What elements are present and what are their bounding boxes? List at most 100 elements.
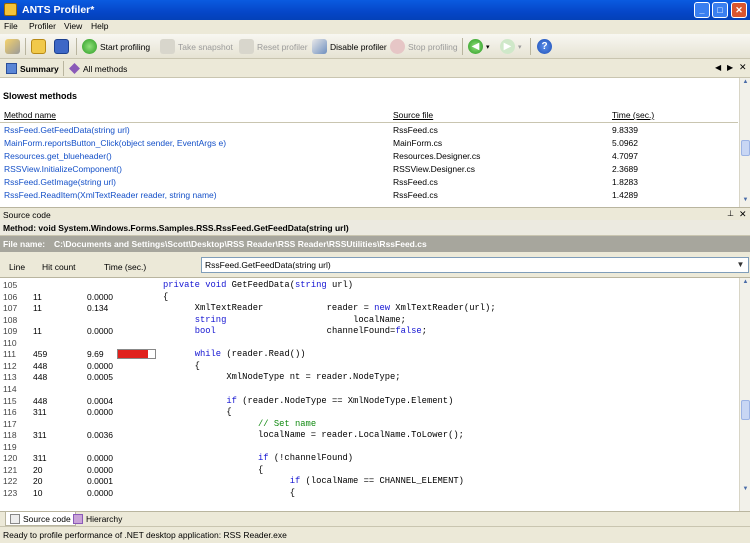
take-snapshot-button[interactable]: Take snapshot [160, 38, 233, 55]
pin-icon[interactable]: ⊥ [727, 209, 734, 218]
code-text: XmlNodeType nt = reader.NodeType; [163, 372, 400, 382]
method-link[interactable]: MainForm.reportsButton_Click(object send… [4, 138, 226, 148]
keyword: bool [194, 326, 216, 337]
method-link[interactable]: Resources.get_blueheader() [4, 151, 112, 161]
tab-all-methods[interactable]: All methods [69, 61, 127, 76]
back-dropdown-icon[interactable]: ▾ [486, 43, 490, 51]
close-tab-icon[interactable]: ✕ [739, 62, 747, 73]
code-text: { [163, 361, 200, 371]
scroll-thumb[interactable] [741, 140, 750, 156]
tab-source-code[interactable]: Source code [5, 512, 76, 526]
table-row[interactable]: RssFeed.ReadItem(XmlTextReader reader, s… [0, 189, 738, 202]
col-method-name[interactable]: Method name [4, 110, 56, 120]
line-time: 0.0000 [87, 291, 113, 302]
table-row[interactable]: MainForm.reportsButton_Click(object send… [0, 137, 738, 150]
menu-help[interactable]: Help [91, 21, 108, 31]
help-button[interactable]: ? [537, 38, 555, 55]
code-line[interactable]: 106 11 0.0000 { [0, 291, 738, 303]
method-link[interactable]: RssFeed.GetFeedData(string url) [4, 125, 130, 135]
code-line[interactable]: 115 448 0.0004 if (reader.NodeType == XmlN… [0, 395, 738, 407]
code-line[interactable]: 117 // Set name [0, 418, 738, 430]
file-name-label: File name: [3, 239, 46, 249]
close-panel-icon[interactable]: ✕ [739, 209, 747, 220]
code-scrollbar[interactable]: ▲ ▼ [739, 278, 750, 511]
col-line[interactable]: Line [9, 262, 25, 272]
table-row[interactable]: RssFeed.GetFeedData(string url) RssFeed.… [0, 124, 738, 137]
tab-scroll-right-icon[interactable]: ▶ [727, 63, 733, 72]
scroll-down-icon[interactable]: ▼ [740, 196, 750, 205]
chevron-down-icon[interactable]: ▼ [733, 258, 748, 272]
code-line[interactable]: 119 [0, 441, 738, 453]
line-number: 107 [3, 303, 18, 314]
code-line[interactable]: 120 311 0.0000 if (!channelFound) [0, 452, 738, 464]
scroll-up-icon[interactable]: ▲ [740, 278, 750, 287]
code-line[interactable]: 111 459 9.69 while (reader.Read()) [0, 348, 738, 360]
menu-file[interactable]: File [4, 21, 18, 31]
scroll-up-icon[interactable]: ▲ [740, 78, 750, 87]
table-row[interactable]: RssFeed.GetImage(string url) RssFeed.cs … [0, 176, 738, 189]
reset-profiler-button[interactable]: Reset profiler [239, 38, 308, 55]
method-link[interactable]: RssFeed.GetImage(string url) [4, 177, 116, 187]
method-link[interactable]: RSSView.InitializeComponent() [4, 164, 122, 174]
col-time-sec[interactable]: Time (sec.) [104, 262, 146, 272]
document-icon [10, 513, 20, 524]
code-line[interactable]: 118 311 0.0036 localName = reader.LocalNam… [0, 429, 738, 441]
wand-icon [5, 39, 20, 54]
save-button[interactable] [54, 38, 72, 55]
toolbar-separator [25, 38, 26, 55]
menu-view[interactable]: View [64, 21, 82, 31]
line-number: 109 [3, 326, 18, 337]
stop-profiling-button[interactable]: Stop profiling [390, 38, 458, 55]
tab-scroll-left-icon[interactable]: ◀ [715, 63, 721, 72]
close-icon[interactable]: ✕ [731, 2, 747, 18]
method-dropdown-value: RssFeed.GetFeedData(string url) [205, 260, 331, 270]
code-line[interactable]: 114 [0, 383, 738, 395]
code-line[interactable]: 107 11 0.134 XmlTextReader reader = new Xm… [0, 302, 738, 314]
line-time: 0.134 [87, 303, 109, 314]
time-bar-fill [118, 350, 149, 359]
code-line[interactable]: 105 private void GetFeedData(string url) [0, 279, 738, 291]
app-icon [4, 3, 17, 16]
code-line[interactable]: 109 11 0.0000 bool channelFound=false; [0, 325, 738, 337]
code-token: { [163, 487, 295, 498]
col-source-file[interactable]: Source file [393, 110, 433, 120]
line-number: 121 [3, 464, 18, 475]
disable-profiler-button[interactable]: Disable profiler [312, 38, 387, 55]
method-link[interactable]: RssFeed.ReadItem(XmlTextReader reader, s… [4, 190, 217, 200]
floppy-icon [54, 39, 69, 54]
scroll-thumb[interactable] [741, 400, 750, 420]
start-profiling-button[interactable]: Start profiling [82, 38, 150, 55]
forward-dropdown-icon[interactable]: ▾ [518, 43, 522, 51]
wizard-button[interactable] [5, 38, 23, 55]
source-code-view[interactable]: 105 private void GetFeedData(string url) 1… [0, 278, 750, 511]
code-token: { [163, 464, 264, 475]
code-line[interactable]: 123 10 0.0000 { [0, 487, 738, 499]
forward-button[interactable]: ▶ ▾ [500, 38, 522, 55]
code-line[interactable]: 110 [0, 337, 738, 349]
code-line[interactable]: 113 448 0.0005 XmlNodeType nt = reader.Nod… [0, 371, 738, 383]
open-button[interactable] [31, 38, 49, 55]
top-scrollbar[interactable]: ▲ ▼ [739, 78, 750, 207]
back-button[interactable]: ◀ ▾ [468, 38, 490, 55]
code-line[interactable]: 112 448 0.0000 { [0, 360, 738, 372]
stop-icon [390, 39, 405, 54]
code-line[interactable]: 121 20 0.0000 { [0, 464, 738, 476]
table-row[interactable]: RSSView.InitializeComponent() RSSView.De… [0, 163, 738, 176]
table-row[interactable]: Resources.get_blueheader() Resources.Des… [0, 150, 738, 163]
code-line[interactable]: 116 311 0.0000 { [0, 406, 738, 418]
code-text: { [163, 292, 168, 302]
tab-summary[interactable]: Summary [6, 61, 59, 76]
tab-hierarchy[interactable]: Hierarchy [73, 512, 122, 526]
code-text: { [163, 488, 295, 498]
code-line[interactable]: 108 string localName; [0, 314, 738, 326]
maximize-icon[interactable]: □ [712, 2, 728, 18]
col-hit-count[interactable]: Hit count [42, 262, 76, 272]
scroll-down-icon[interactable]: ▼ [740, 485, 750, 494]
minimize-icon[interactable]: _ [694, 2, 710, 18]
method-dropdown[interactable]: RssFeed.GetFeedData(string url) ▼ [201, 257, 749, 273]
menu-profiler[interactable]: Profiler [29, 21, 56, 31]
code-line[interactable]: 122 20 0.0001 if (localName == CHANNEL_ELE… [0, 475, 738, 487]
keyword: while [194, 349, 222, 360]
col-time[interactable]: Time (sec.) [612, 110, 654, 120]
